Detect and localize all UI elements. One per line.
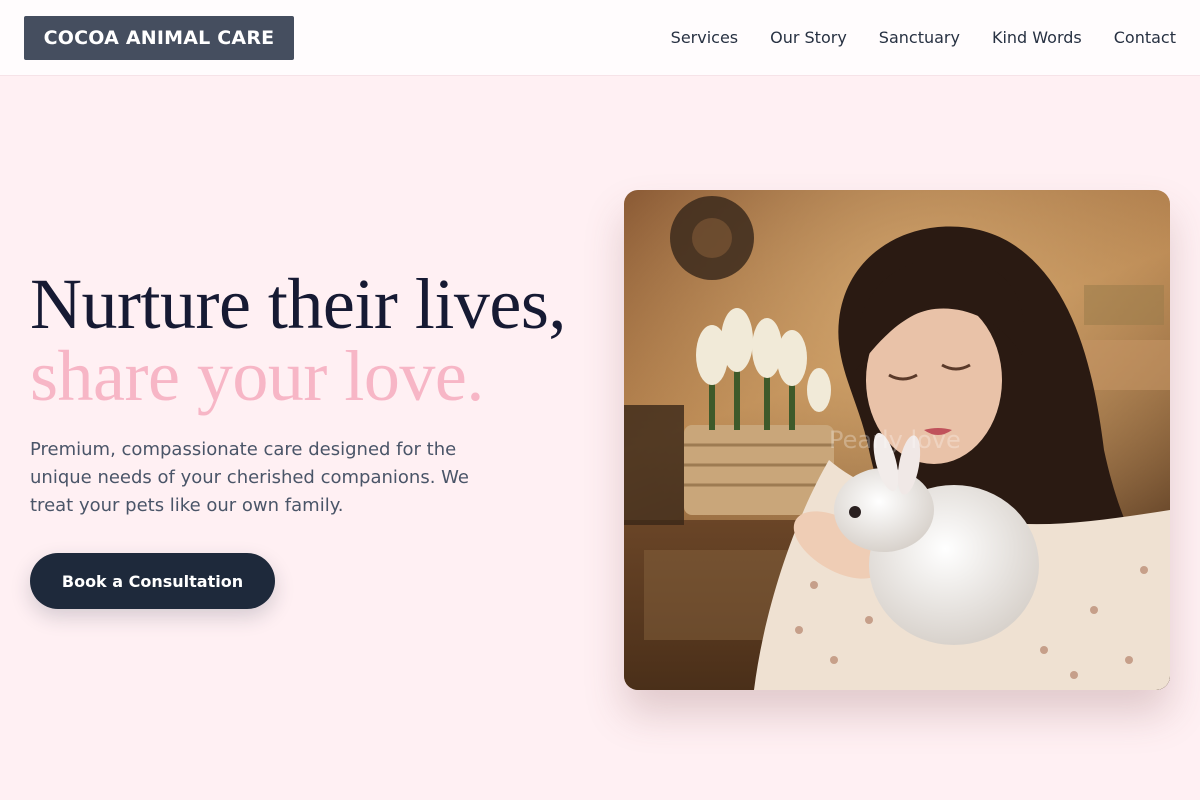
- site-header: COCOA ANIMAL CARE Services Our Story San…: [0, 0, 1200, 76]
- hero-description: Premium, compassionate care designed for…: [30, 439, 469, 516]
- nav-link-services[interactable]: Services: [671, 28, 738, 47]
- photo-watermark: Pearly love: [829, 426, 961, 454]
- hero-photo: Pearly love: [624, 190, 1170, 690]
- hero-section: Nurture their lives, share your love. Pr…: [30, 268, 610, 609]
- headline-line-2: share your love.: [30, 336, 484, 416]
- nav-link-contact[interactable]: Contact: [1114, 28, 1176, 47]
- book-consultation-button[interactable]: Book a Consultation: [30, 553, 275, 609]
- hero-headline: Nurture their lives, share your love.: [30, 268, 610, 412]
- main-nav: Services Our Story Sanctuary Kind Words …: [671, 28, 1176, 47]
- headline-line-1: Nurture their lives,: [30, 264, 566, 344]
- brand-logo[interactable]: COCOA ANIMAL CARE: [24, 15, 294, 60]
- nav-link-sanctuary[interactable]: Sanctuary: [879, 28, 960, 47]
- hero-photo-illustration: Pearly love: [624, 190, 1170, 690]
- nav-link-kind-words[interactable]: Kind Words: [992, 28, 1082, 47]
- nav-link-our-story[interactable]: Our Story: [770, 28, 847, 47]
